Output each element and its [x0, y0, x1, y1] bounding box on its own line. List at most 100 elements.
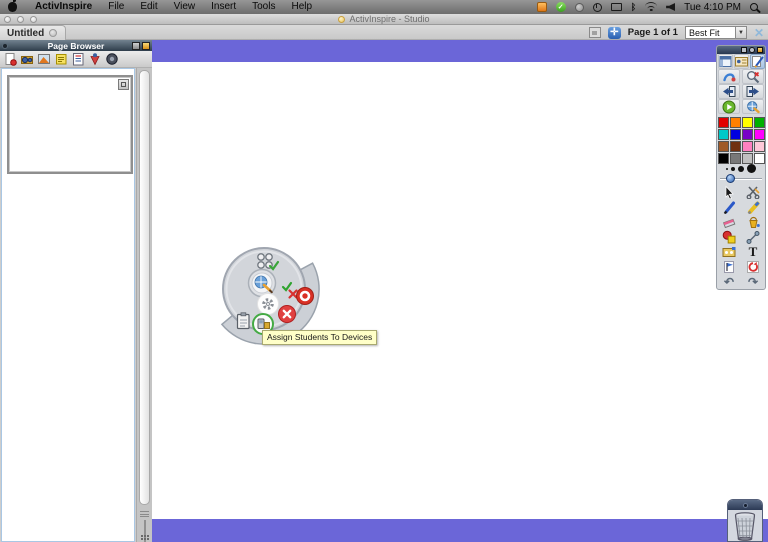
page-browser-header[interactable]: Page Browser: [0, 40, 152, 51]
clear-annotations-icon[interactable]: [742, 69, 764, 84]
menu-view[interactable]: View: [166, 0, 204, 14]
pen-width-4[interactable]: [731, 167, 735, 171]
slider-knob[interactable]: [726, 174, 735, 183]
undo-icon[interactable]: ↶: [718, 274, 740, 289]
highlighter-tool-icon[interactable]: [742, 199, 764, 214]
pen-width-6[interactable]: [738, 166, 744, 172]
page-background-icon[interactable]: [37, 52, 51, 66]
document-tab-label: Untitled: [7, 28, 44, 39]
color-swatch[interactable]: [754, 141, 765, 152]
color-swatch[interactable]: [730, 117, 741, 128]
next-page-icon[interactable]: [742, 84, 764, 99]
menu-bar-clock[interactable]: Tue 4:10 PM: [684, 2, 741, 13]
fill-tool-icon[interactable]: [742, 214, 764, 229]
menu-edit[interactable]: Edit: [132, 0, 165, 14]
page-notes-list-icon[interactable]: [71, 52, 85, 66]
color-swatch[interactable]: [718, 153, 729, 164]
tab-close-icon[interactable]: [49, 29, 57, 37]
page-browser-title: Page Browser: [0, 41, 152, 51]
page-reset-icon[interactable]: [589, 27, 601, 38]
tools-scissors-icon[interactable]: [742, 184, 764, 199]
scrollbar[interactable]: [139, 70, 150, 505]
main-menu-icon[interactable]: [718, 54, 733, 69]
color-swatch[interactable]: [718, 141, 729, 152]
trash-can-icon[interactable]: [728, 510, 762, 542]
color-swatch[interactable]: [742, 141, 753, 152]
time-machine-icon[interactable]: [593, 3, 602, 12]
redo-icon[interactable]: ↷: [742, 274, 764, 289]
thumbnail-menu-icon[interactable]: [118, 79, 129, 90]
trash-header[interactable]: [728, 500, 762, 510]
panel-rollup-icon[interactable]: [132, 42, 140, 50]
toolbox-close-icon[interactable]: [757, 47, 763, 53]
reset-page-icon[interactable]: [742, 259, 764, 274]
apple-menu-icon[interactable]: [8, 2, 17, 12]
color-swatch[interactable]: [718, 117, 729, 128]
status-gray-circle-icon[interactable]: [575, 3, 584, 12]
spotlight-search-icon[interactable]: [750, 3, 758, 11]
shapes-tool-icon[interactable]: [718, 229, 740, 244]
pen-width-8[interactable]: [747, 164, 756, 173]
dropdown-arrow-icon[interactable]: ▼: [735, 27, 746, 38]
menu-insert[interactable]: Insert: [203, 0, 244, 14]
zoom-mode-select[interactable]: Best Fit ▼: [685, 26, 747, 39]
color-swatch[interactable]: [742, 129, 753, 140]
bluetooth-icon[interactable]: ᛒ: [631, 2, 636, 12]
document-tab[interactable]: Untitled: [0, 25, 66, 40]
capture-icon[interactable]: [105, 52, 119, 66]
spinner-toy-icon[interactable]: [88, 52, 102, 66]
results-clipboard-icon[interactable]: [238, 313, 250, 329]
toolbox-header[interactable]: [717, 46, 765, 54]
resource-browser-icon[interactable]: [20, 52, 34, 66]
volume-icon[interactable]: [666, 3, 675, 11]
page-thumbnail[interactable]: [7, 75, 133, 174]
panel-resize-grip[interactable]: [141, 535, 149, 540]
pen-width-2[interactable]: [726, 168, 728, 170]
display-icon[interactable]: [611, 3, 622, 11]
status-orange-app-icon[interactable]: [537, 2, 547, 12]
previous-page-icon[interactable]: [718, 84, 740, 99]
new-page-icon[interactable]: [3, 52, 17, 66]
stop-poll-button[interactable]: [279, 306, 296, 323]
text-tool-icon[interactable]: T: [742, 244, 764, 259]
eraser-tool-icon[interactable]: [718, 214, 740, 229]
color-swatch[interactable]: [754, 129, 765, 140]
page-note-icon[interactable]: [54, 52, 68, 66]
start-vote-icon[interactable]: [718, 99, 740, 114]
select-tool-icon[interactable]: [718, 184, 740, 199]
express-poll-icon[interactable]: [742, 99, 764, 114]
target-bullseye-icon[interactable]: [297, 288, 314, 305]
wifi-icon[interactable]: [645, 3, 657, 11]
color-swatch[interactable]: [718, 129, 729, 140]
color-swatch[interactable]: [754, 117, 765, 128]
toolbox-rollup-icon[interactable]: [741, 47, 747, 53]
color-swatch[interactable]: [742, 153, 753, 164]
color-swatch[interactable]: [730, 153, 741, 164]
color-swatch[interactable]: [730, 141, 741, 152]
color-swatch[interactable]: [754, 153, 765, 164]
pen-width-slider[interactable]: [720, 174, 762, 183]
annotate-over-desktop-icon[interactable]: [750, 54, 765, 69]
menu-tools[interactable]: Tools: [244, 0, 283, 14]
status-green-check-icon[interactable]: ✓: [556, 2, 566, 12]
pen-tool-icon[interactable]: [718, 199, 740, 214]
desktop-tools-icon[interactable]: [718, 69, 740, 84]
toolbar-close-icon[interactable]: ✕: [754, 27, 764, 39]
desktop-annotate-icon[interactable]: ✛: [608, 27, 621, 39]
insert-media-icon[interactable]: [718, 244, 740, 259]
trash-header-button[interactable]: [743, 503, 748, 508]
panel-close-icon[interactable]: [142, 42, 150, 50]
flag-tool-icon[interactable]: [718, 259, 740, 274]
trash-widget[interactable]: [727, 499, 763, 542]
menu-help[interactable]: Help: [283, 0, 320, 14]
menu-file[interactable]: File: [100, 0, 132, 14]
page-browser-toolbar: [0, 51, 152, 68]
switch-profile-icon[interactable]: [734, 54, 749, 69]
color-swatch[interactable]: [730, 129, 741, 140]
express-poll-center-button[interactable]: [249, 270, 276, 297]
menu-activinspire[interactable]: ActivInspire: [27, 0, 100, 14]
toolbox-pin-icon[interactable]: [749, 47, 755, 53]
color-swatch[interactable]: [742, 117, 753, 128]
options-gear-button[interactable]: [258, 294, 279, 315]
connector-tool-icon[interactable]: [742, 229, 764, 244]
